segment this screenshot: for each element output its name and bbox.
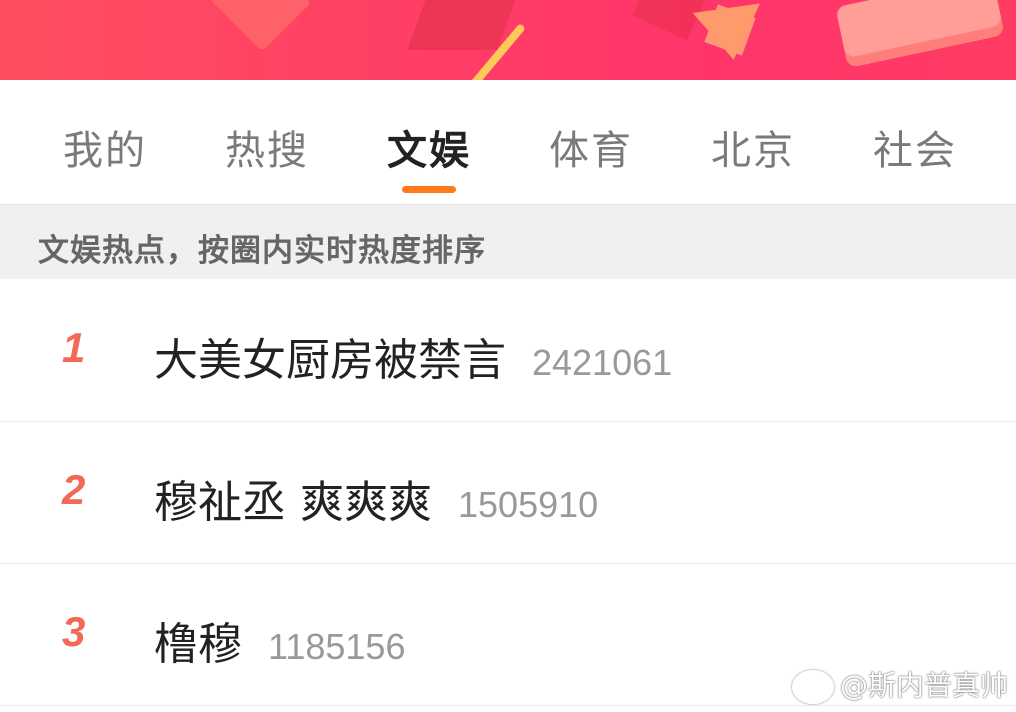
active-tab-indicator <box>402 186 456 193</box>
banner-decoration <box>198 0 312 52</box>
list-item[interactable]: 2 穆祉丞 爽爽爽 1505910 <box>0 422 1016 564</box>
heat-count: 1185156 <box>268 626 406 667</box>
item-title[interactable]: 穆祉丞 爽爽爽 <box>154 477 432 528</box>
tab-sports[interactable]: 体育 <box>526 118 656 176</box>
watermark: @斯内普真帅 <box>791 664 1008 704</box>
heat-count: 1505910 <box>458 484 599 525</box>
banner-decoration <box>835 0 1005 68</box>
list-item[interactable]: 1 大美女厨房被禁言 2421061 <box>0 280 1016 422</box>
rank-number: 1 <box>62 324 86 371</box>
rank-number: 2 <box>62 466 86 513</box>
tab-hot-search[interactable]: 热搜 <box>202 118 332 176</box>
section-subheader: 文娱热点，按圈内实时热度排序 <box>0 205 1016 279</box>
tab-entertainment[interactable]: 文娱 <box>364 118 494 176</box>
rank-number: 3 <box>62 608 86 655</box>
watermark-text: @斯内普真帅 <box>839 669 1008 702</box>
banner-decoration <box>692 3 768 65</box>
subheader-text: 文娱热点，按圈内实时热度排序 <box>38 233 486 269</box>
category-tabs: 我的 热搜 文娱 体育 北京 社会 <box>0 80 1016 205</box>
top-banner <box>0 0 1016 80</box>
heat-count: 2421061 <box>532 342 673 383</box>
item-title[interactable]: 大美女厨房被禁言 <box>154 335 506 386</box>
item-title[interactable]: 橹穆 <box>154 619 242 670</box>
tab-society[interactable]: 社会 <box>850 118 980 176</box>
item-title-container: 穆祉丞 爽爽爽 1505910 <box>154 466 598 530</box>
hot-list: 1 大美女厨房被禁言 2421061 2 穆祉丞 爽爽爽 1505910 3 橹穆 1… <box>0 280 1016 706</box>
weibo-icon <box>791 670 834 704</box>
tab-beijing[interactable]: 北京 <box>688 118 818 176</box>
item-title-container: 橹穆 1185156 <box>154 608 405 672</box>
item-title-container: 大美女厨房被禁言 2421061 <box>154 324 672 388</box>
tab-mine[interactable]: 我的 <box>40 118 170 176</box>
